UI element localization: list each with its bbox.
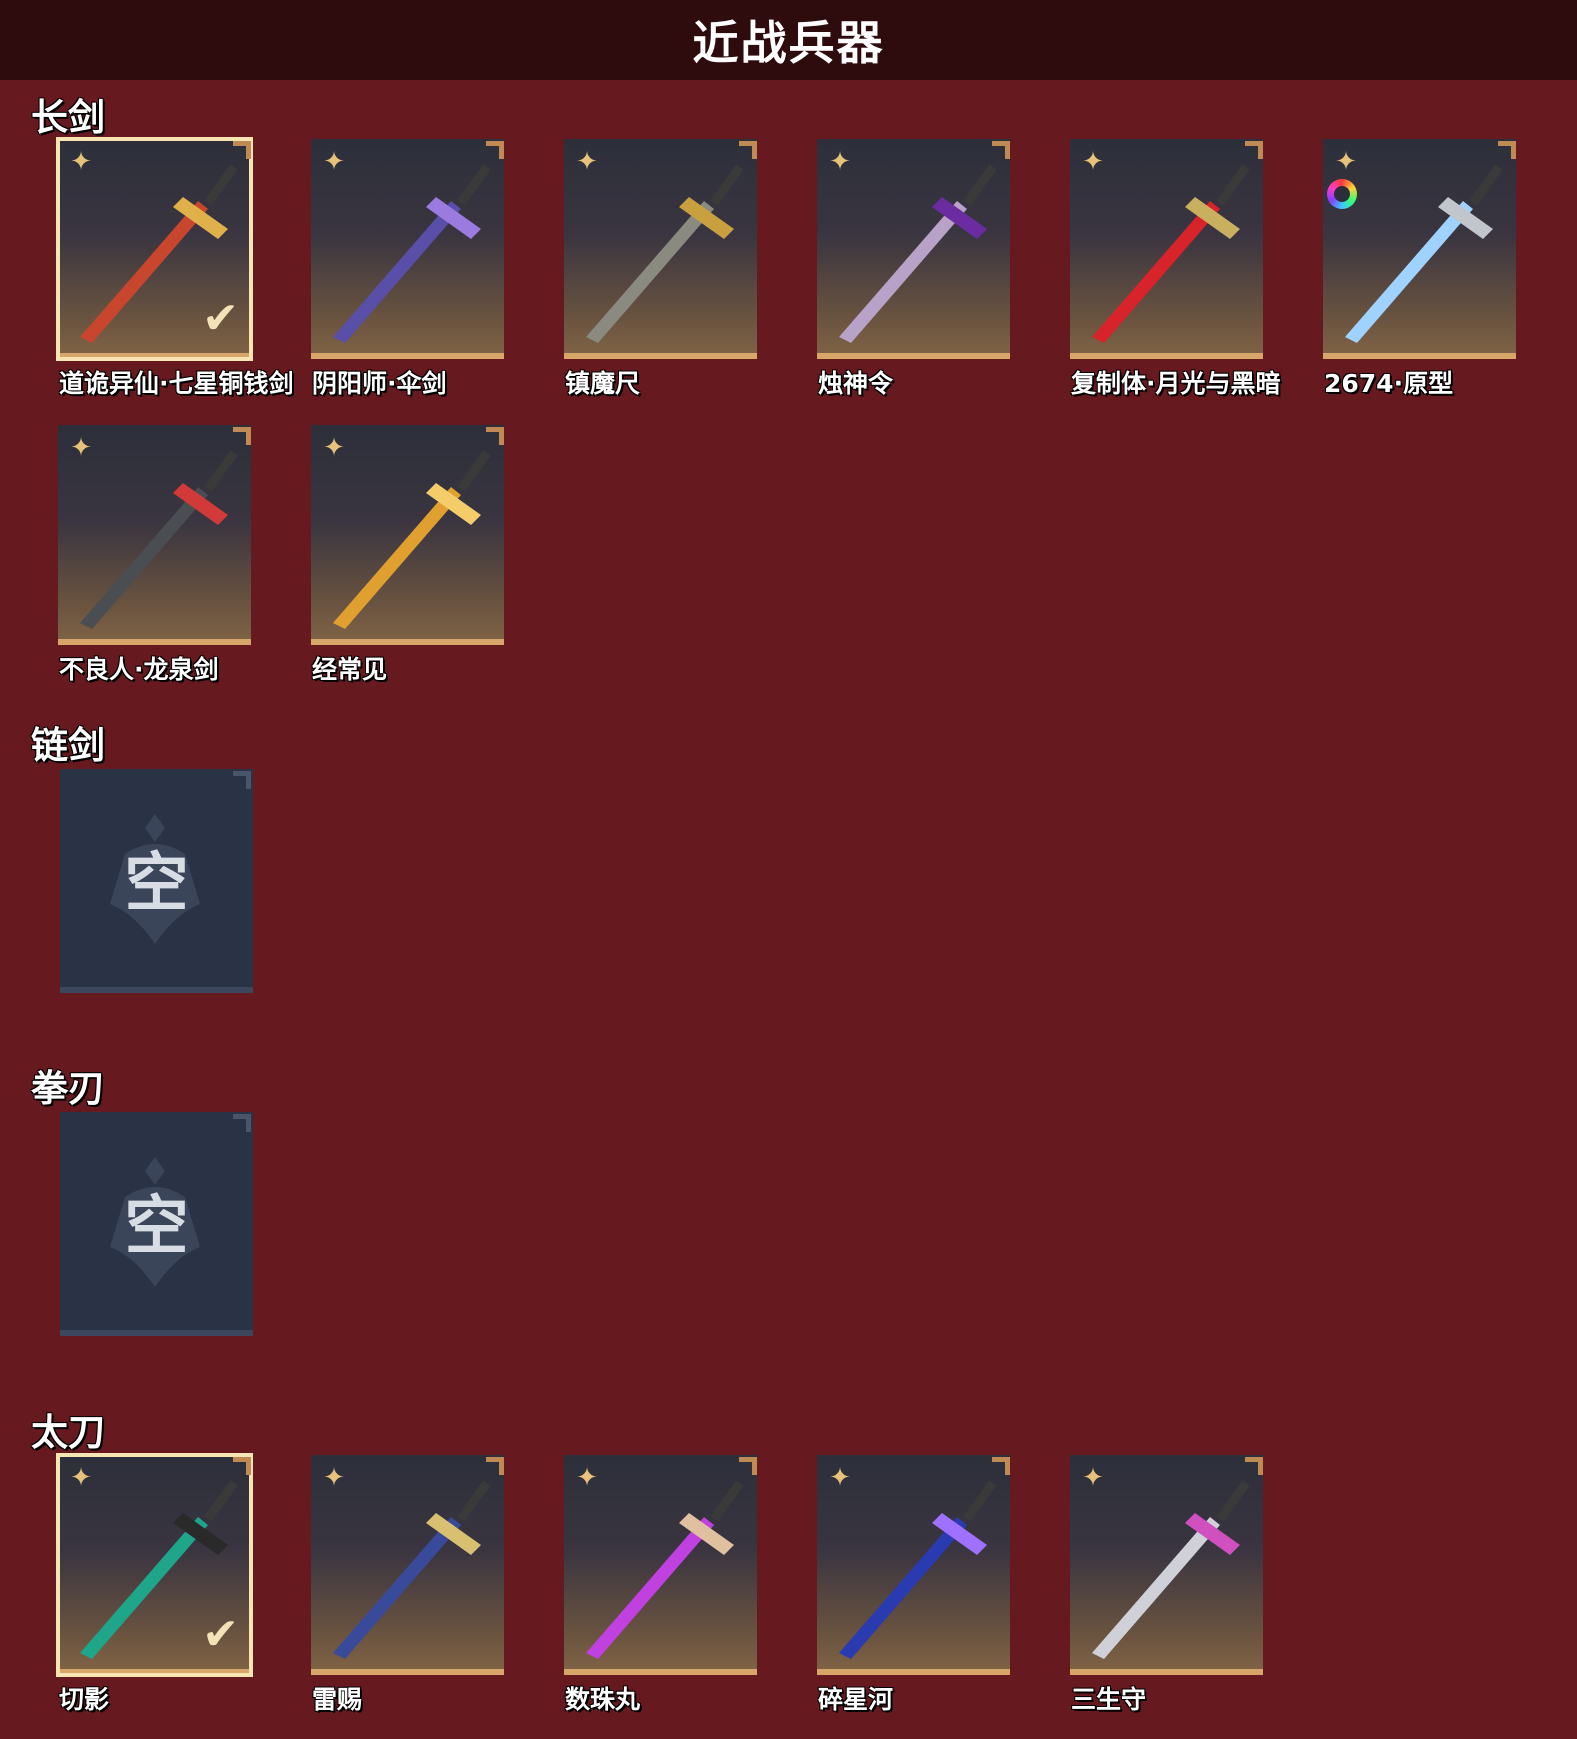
weapon-blade [839,201,967,343]
corner-mark-icon [1245,1457,1263,1475]
checkmark-icon: ✔ [202,293,239,344]
page-header: 近战兵器 [0,0,1577,80]
weapon-blade [80,487,208,629]
shuriken-star-icon: ✦ [70,433,92,463]
empty-label: 空 [124,1190,189,1264]
shuriken-star-icon: ✦ [323,1463,345,1493]
shuriken-star-icon: ✦ [70,147,92,177]
weapon-name: 阴阳师·伞剑 [312,369,447,398]
weapon-hilt [710,164,744,206]
shuriken-star-icon: ✦ [1335,147,1357,177]
weapon-name: 复制体·月光与黑暗 [1071,369,1281,398]
checkmark-icon: ✔ [202,1609,239,1660]
weapon-hilt [457,164,491,206]
corner-mark-icon [486,1457,504,1475]
weapon-hilt [457,450,491,492]
weapon-card[interactable]: ✦ ✔ [56,1453,253,1679]
weapon-blade [80,1517,208,1659]
weapon-blade [586,201,714,343]
weapon-hilt [963,164,997,206]
corner-mark-icon [1498,141,1516,159]
weapon-name: 2674·原型 [1324,369,1454,398]
weapon-name: 道诡异仙·七星铜钱剑 [59,369,294,398]
weapon-card[interactable]: ✦ [1070,139,1265,363]
weapon-hilt [963,1480,997,1522]
weapon-blade [333,487,461,629]
weapon-hilt [710,1480,744,1522]
weapon-name: 烛神令 [818,369,894,398]
shuriken-star-icon: ✦ [576,1463,598,1493]
empty-label: 空 [124,847,189,921]
corner-mark-icon [739,141,757,159]
section-title-longsword: 长剑 [31,96,105,139]
weapon-name: 三生守 [1071,1685,1147,1714]
weapon-hilt [1216,1480,1250,1522]
weapon-card[interactable]: ✦ [564,1455,759,1679]
weapon-card[interactable]: ✦ [1323,139,1518,363]
weapon-name: 经常见 [312,655,388,684]
shuriken-star-icon: ✦ [1082,147,1104,177]
corner-mark-icon [992,1457,1010,1475]
weapon-hilt [1216,164,1250,206]
empty-slot-fist-blade[interactable]: 空 [60,1112,253,1336]
corner-mark-icon [739,1457,757,1475]
weapon-card[interactable]: ✦ ✔ [56,137,253,363]
corner-mark-icon [233,141,251,159]
weapon-hilt [204,164,238,206]
weapon-blade [80,201,208,343]
corner-mark-icon [992,141,1010,159]
weapon-card[interactable]: ✦ [1070,1455,1265,1679]
weapon-name: 数珠丸 [565,1685,641,1714]
section-title-chain-sword: 链剑 [31,724,105,767]
weapon-name: 雷赐 [312,1685,363,1714]
weapon-hilt [204,450,238,492]
weapon-name: 不良人·龙泉剑 [59,655,219,684]
shuriken-star-icon: ✦ [70,1463,92,1493]
weapon-hilt [457,1480,491,1522]
weapon-card[interactable]: ✦ [564,139,759,363]
rainbow-ring-icon [1327,179,1357,209]
section-title-tachi: 太刀 [31,1411,105,1454]
weapon-blade [839,1517,967,1659]
weapon-card[interactable]: ✦ [311,425,506,649]
shuriken-star-icon: ✦ [323,433,345,463]
weapon-hilt [204,1480,238,1522]
section-title-fist-blade: 拳刃 [31,1067,105,1110]
corner-mark-icon [1245,141,1263,159]
empty-slot-chain-sword[interactable]: 空 [60,769,253,993]
weapon-card[interactable]: ✦ [58,425,253,649]
weapon-hilt [1469,164,1503,206]
weapon-blade [1345,201,1473,343]
corner-mark-icon [486,141,504,159]
corner-mark-icon [233,427,251,445]
weapon-name: 镇魔尺 [565,369,641,398]
page-title: 近战兵器 [692,16,885,70]
shuriken-star-icon: ✦ [576,147,598,177]
weapon-blade [333,201,461,343]
shuriken-star-icon: ✦ [829,1463,851,1493]
weapon-card[interactable]: ✦ [817,1455,1012,1679]
shuriken-star-icon: ✦ [829,147,851,177]
weapon-blade [586,1517,714,1659]
weapon-blade [1092,1517,1220,1659]
weapon-card[interactable]: ✦ [311,1455,506,1679]
corner-mark-icon [233,1457,251,1475]
corner-mark-icon [486,427,504,445]
weapon-name: 碎星河 [818,1685,894,1714]
weapon-blade [1092,201,1220,343]
shuriken-star-icon: ✦ [1082,1463,1104,1493]
weapon-blade [333,1517,461,1659]
shuriken-star-icon: ✦ [323,147,345,177]
weapon-card[interactable]: ✦ [311,139,506,363]
weapon-name: 切影 [59,1685,110,1714]
weapon-card[interactable]: ✦ [817,139,1012,363]
